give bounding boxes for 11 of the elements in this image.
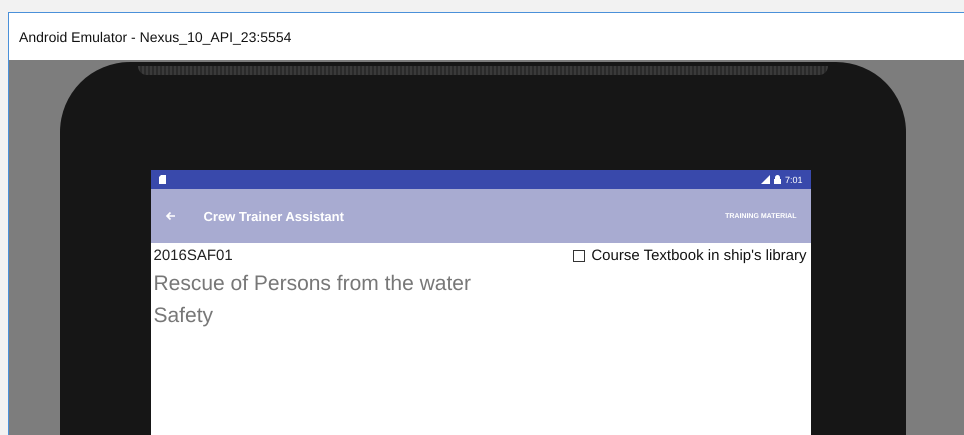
window-title: Android Emulator - Nexus_10_API_23:5554	[19, 28, 292, 44]
app-title: Crew Trainer Assistant	[204, 208, 344, 224]
signal-icon	[760, 175, 770, 184]
textbook-checkbox[interactable]	[573, 250, 586, 262]
status-time: 7:01	[784, 174, 802, 184]
course-category: Safety	[154, 304, 214, 328]
sd-card-icon	[158, 175, 166, 184]
checkbox-label: Course Textbook in ship's library	[591, 247, 806, 264]
lock-icon	[774, 175, 781, 184]
course-title: Rescue of Persons from the water	[154, 272, 472, 296]
course-code: 2016SAF01	[154, 247, 233, 264]
